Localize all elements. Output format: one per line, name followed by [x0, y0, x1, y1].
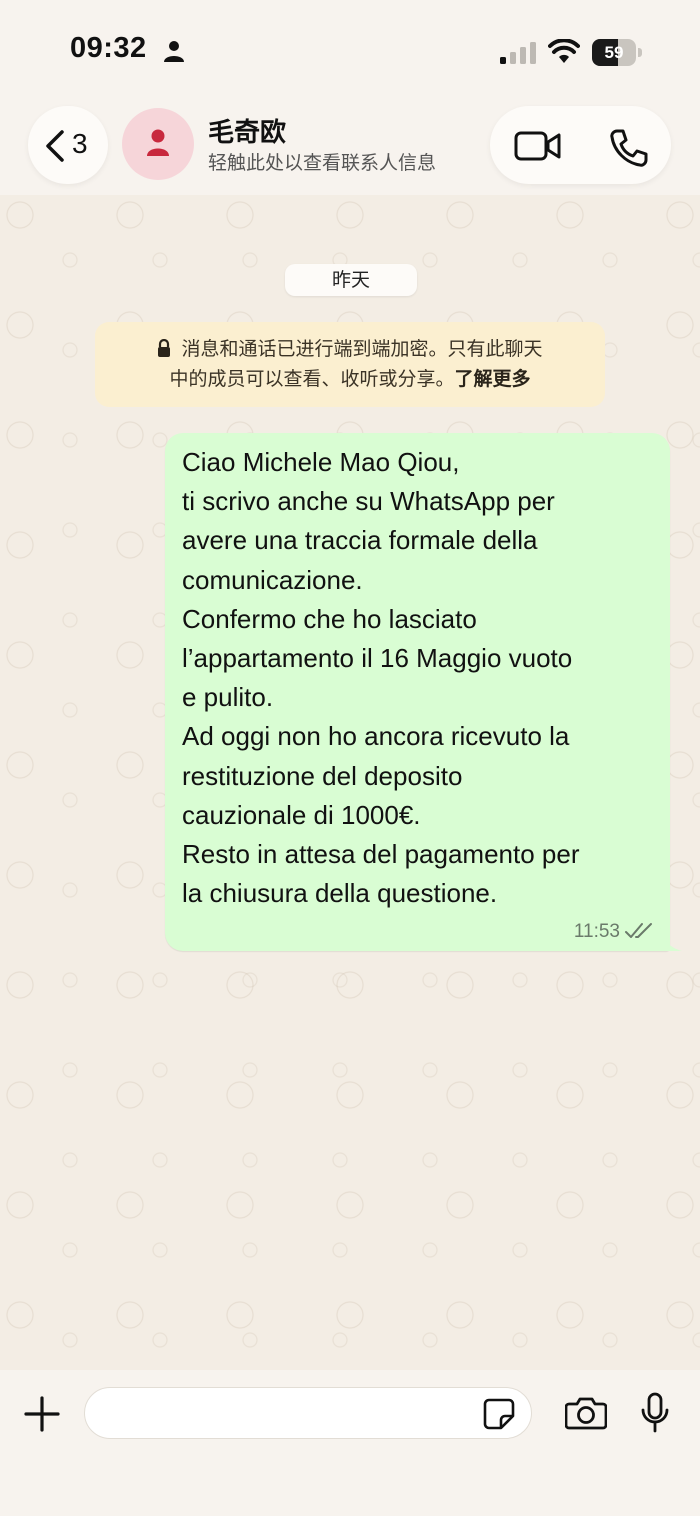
wifi-icon — [548, 39, 580, 63]
battery-icon: 59 — [592, 39, 644, 66]
back-button[interactable]: 3 — [28, 106, 108, 184]
message-text-line: Ad oggi non ho ancora ricevuto la — [182, 721, 570, 752]
encryption-notice-line2: 中的成员可以查看、收听或分享。 — [169, 368, 455, 390]
message-text-line: l’appartamento il 16 Maggio vuoto — [182, 643, 573, 673]
read-receipt-icon — [625, 923, 652, 938]
outgoing-message[interactable]: 11:53 Ciao Michele Mao Qiou, ti scrivo an… — [165, 433, 670, 951]
camera-icon[interactable] — [565, 1396, 607, 1430]
sticker-icon[interactable] — [483, 1398, 515, 1430]
unread-chats-count: 3 — [72, 128, 88, 159]
lock-icon — [158, 339, 171, 357]
message-text-line: Ciao Michele Mao Qiou, — [182, 447, 460, 477]
contact-name[interactable]: 毛奇欧 — [208, 112, 286, 149]
person-icon — [164, 41, 184, 62]
avatar[interactable] — [122, 108, 194, 180]
avatar-person-icon — [147, 129, 169, 156]
learn-more-link[interactable]: 了解更多 — [455, 368, 531, 390]
voice-call-icon[interactable] — [608, 128, 648, 168]
call-actions — [490, 106, 671, 184]
contact-info-hint[interactable]: 轻触此处以查看联系人信息 — [208, 148, 436, 175]
message-text-line: la chiusura della questione. — [182, 878, 498, 909]
message-text-line: restituzione del deposito — [182, 760, 463, 791]
message-text-line: ti scrivo anche su WhatsApp per — [182, 486, 555, 517]
back-chevron-icon — [46, 130, 64, 162]
message-time: 11:53 — [573, 921, 620, 942]
bubble-tail — [660, 925, 682, 951]
message-text-line: comunicazione. — [182, 564, 363, 595]
composer-bar — [0, 1370, 700, 1516]
status-time: 09:32 — [70, 32, 147, 64]
plus-icon[interactable] — [24, 1396, 60, 1432]
microphone-icon[interactable] — [641, 1392, 669, 1434]
encryption-notice-line1: 消息和通话已进行端到端加密。只有此聊天 — [181, 338, 543, 360]
message-text-line: cauzionale di 1000€. — [182, 799, 421, 830]
date-separator: 昨天 — [285, 264, 417, 296]
video-call-icon[interactable] — [514, 130, 562, 162]
message-text-line: e pulito. — [182, 682, 274, 713]
encryption-notice[interactable]: 消息和通话已进行端到端加密。只有此聊天 中的成员可以查看、收听或分享。了解更多 — [95, 322, 605, 407]
message-text-line: avere una traccia formale della — [182, 525, 538, 556]
chat-header: 3 毛奇欧 轻触此处以查看联系人信息 — [0, 100, 700, 195]
message-text-line: Confermo che ho lasciato — [182, 603, 477, 634]
battery-level: 59 — [604, 43, 624, 62]
message-text-line: Resto in attesa del pagamento per — [182, 839, 580, 869]
cellular-signal-icon — [500, 42, 536, 64]
message-input[interactable] — [84, 1387, 532, 1439]
status-bar: 09:32 59 — [0, 0, 700, 100]
